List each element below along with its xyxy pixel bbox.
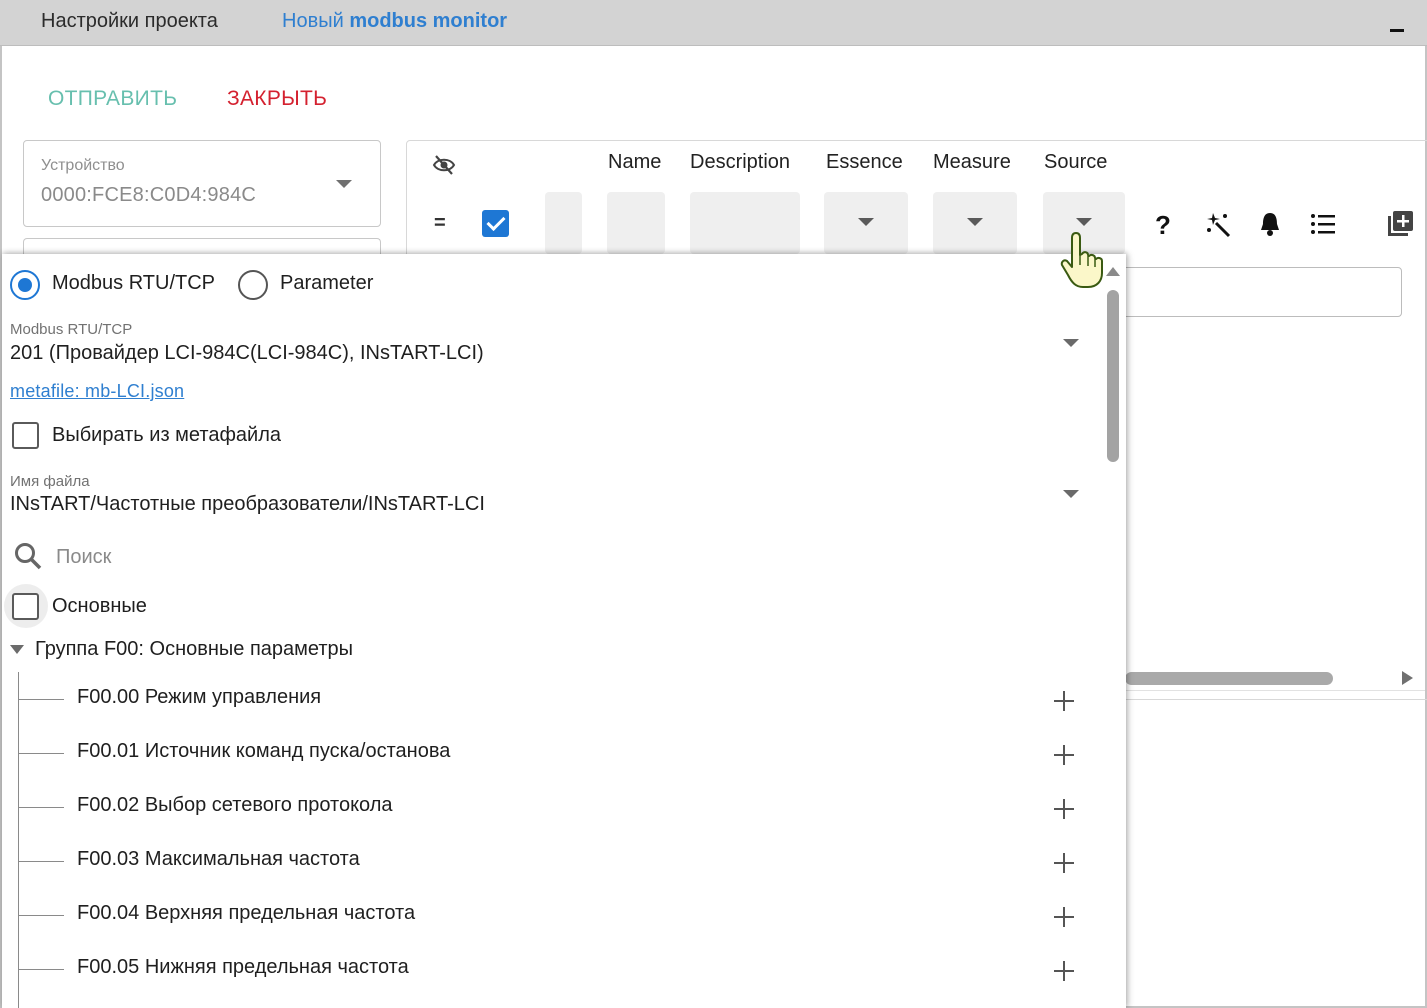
tree-connector xyxy=(18,915,64,916)
tree-item[interactable]: F00.03 Максимальная частота xyxy=(18,835,1108,889)
tree-connector xyxy=(18,861,64,862)
modbus-provider-value: 201 (Провайдер LCI-984C(LCI-984C), INsTA… xyxy=(10,342,484,364)
chevron-down-icon xyxy=(1063,339,1079,347)
list-icon[interactable] xyxy=(1310,210,1336,238)
tree-connector xyxy=(18,753,64,754)
tree-item-label: F00.05 Нижняя предельная частота xyxy=(77,956,409,978)
tab-project-settings[interactable]: Настройки проекта xyxy=(41,10,218,33)
device-label: Устройство xyxy=(41,157,125,174)
filename-caption: Имя файла xyxy=(10,473,90,490)
search-icon xyxy=(15,543,42,570)
tree-item[interactable]: F00.02 Выбор сетевого протокола xyxy=(18,781,1108,835)
radio-modbus-label: Modbus RTU/TCP xyxy=(52,272,216,294)
column-header-description[interactable]: Description xyxy=(690,151,790,174)
svg-text:?: ? xyxy=(1155,210,1171,238)
add-box-icon[interactable] xyxy=(1386,210,1414,238)
panel-divider xyxy=(1125,690,1425,691)
add-parameter-icon[interactable] xyxy=(1054,961,1074,981)
column-header-name[interactable]: Name xyxy=(608,151,661,174)
add-parameter-icon[interactable] xyxy=(1054,799,1074,819)
help-icon[interactable]: ? xyxy=(1153,210,1175,238)
select-all-checkbox[interactable] xyxy=(482,210,509,237)
tree-item-label: F00.01 Источник команд пуска/останова xyxy=(77,740,451,762)
column-header-measure[interactable]: Measure xyxy=(933,151,1011,174)
scroll-up-arrow-icon[interactable] xyxy=(1106,267,1120,276)
add-parameter-icon[interactable] xyxy=(1054,745,1074,765)
vertical-scrollbar-thumb[interactable] xyxy=(1107,290,1119,462)
tab-monitor-prefix: Новый xyxy=(282,10,344,32)
add-parameter-icon[interactable] xyxy=(1054,691,1074,711)
tree-connector xyxy=(18,969,64,970)
filename-value: INsTART/Частотные преобразователи/INsTAR… xyxy=(10,493,485,515)
tree-item[interactable]: F00.01 Источник команд пуска/останова xyxy=(18,727,1108,781)
tree-item-label: F00.04 Верхняя предельная частота xyxy=(77,902,416,924)
filter-cell-name[interactable] xyxy=(607,192,665,254)
tree-group-f00[interactable]: Группа F00: Основные параметры xyxy=(35,638,353,661)
add-parameter-icon[interactable] xyxy=(1054,907,1074,927)
equals-filter-toggle[interactable]: = xyxy=(434,212,446,235)
table-filter-input[interactable] xyxy=(1110,267,1402,317)
radio-modbus-rtu-tcp[interactable] xyxy=(10,270,40,300)
magic-wand-icon[interactable] xyxy=(1205,210,1233,238)
filter-cell-description[interactable] xyxy=(690,192,800,254)
tree-item-label: F00.02 Выбор сетевого протокола xyxy=(77,794,393,816)
tree-item[interactable]: F00.04 Верхняя предельная частота xyxy=(18,889,1108,943)
add-parameter-icon[interactable] xyxy=(1054,853,1074,873)
eye-off-icon[interactable] xyxy=(432,154,456,176)
filter-cell-index[interactable] xyxy=(545,192,582,254)
choose-from-metafile-label: Выбирать из метафайла xyxy=(52,424,281,446)
chevron-down-icon xyxy=(336,180,352,188)
basic-params-checkbox[interactable] xyxy=(12,593,39,620)
tab-new-modbus-monitor[interactable]: Новый modbus monitor xyxy=(282,10,507,33)
column-header-source[interactable]: Source xyxy=(1044,151,1107,174)
close-button[interactable]: ЗАКРЫТЬ xyxy=(227,87,327,111)
choose-from-metafile-checkbox[interactable] xyxy=(12,422,39,449)
minimize-icon[interactable] xyxy=(1387,10,1407,34)
radio-parameter-label: Parameter xyxy=(280,272,374,294)
chevron-down-icon xyxy=(1063,490,1079,498)
basic-params-label: Основные xyxy=(52,595,147,617)
expand-arrow-icon[interactable] xyxy=(10,645,24,654)
tree-item[interactable]: F00.05 Нижняя предельная частота xyxy=(18,943,1108,997)
chevron-down-icon xyxy=(858,218,874,226)
modbus-provider-caption: Modbus RTU/TCP xyxy=(10,321,133,338)
chevron-down-icon xyxy=(967,218,983,226)
device-select[interactable]: Устройство 0000:FCE8:C0D4:984C xyxy=(23,140,381,227)
tree-connector xyxy=(18,807,64,808)
chevron-down-icon xyxy=(1076,218,1092,226)
horizontal-scrollbar-thumb[interactable] xyxy=(1125,672,1333,685)
tree-connector xyxy=(18,699,64,700)
scroll-right-arrow-icon[interactable] xyxy=(1402,671,1413,685)
bell-icon[interactable] xyxy=(1258,210,1282,238)
device-value: 0000:FCE8:C0D4:984C xyxy=(41,184,257,206)
tab-monitor-name: modbus monitor xyxy=(349,10,508,32)
filter-cell-measure[interactable] xyxy=(933,192,1017,254)
column-header-essence[interactable]: Essence xyxy=(826,151,903,174)
hand-cursor-icon xyxy=(1060,232,1103,288)
search-input[interactable]: Поиск xyxy=(56,546,111,569)
tree-item-label: F00.00 Режим управления xyxy=(77,686,322,708)
tree-item-label: F00.03 Максимальная частота xyxy=(77,848,360,870)
tree-item[interactable]: F00.00 Режим управления xyxy=(18,673,1108,727)
send-button[interactable]: ОТПРАВИТЬ xyxy=(48,87,177,111)
metafile-link[interactable]: metafile: mb-LCI.json xyxy=(10,381,184,402)
title-bar: Настройки проекта Новый modbus monitor xyxy=(0,0,1427,46)
radio-parameter[interactable] xyxy=(238,270,268,300)
filter-cell-essence[interactable] xyxy=(824,192,908,254)
